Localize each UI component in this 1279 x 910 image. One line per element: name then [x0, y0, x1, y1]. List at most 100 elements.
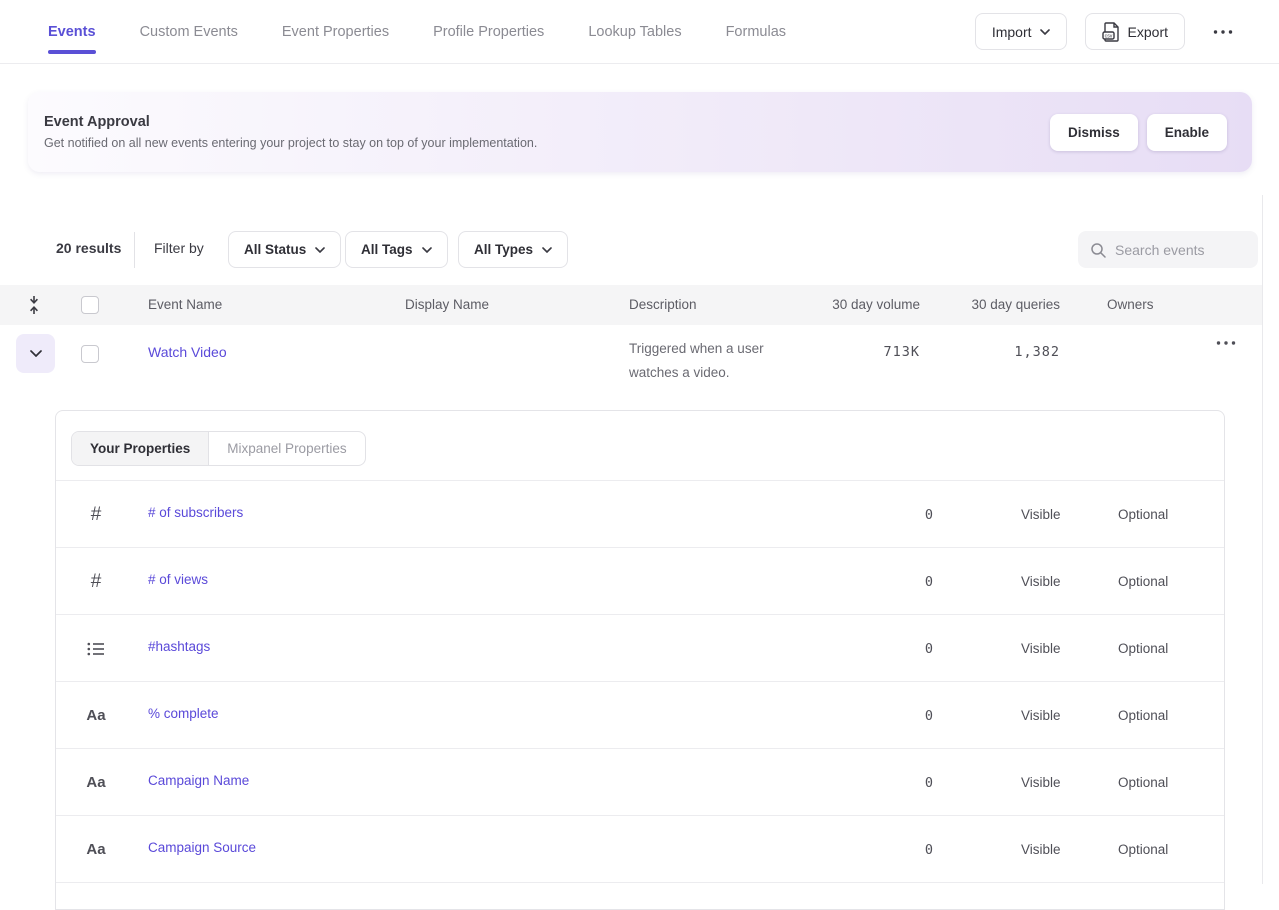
csv-file-icon: csv [1102, 22, 1120, 42]
chevron-down-icon [315, 247, 325, 253]
dismiss-button[interactable]: Dismiss [1050, 114, 1138, 151]
text-type-icon: Aa [80, 682, 112, 749]
search-input[interactable] [1115, 242, 1235, 258]
banner-title: Event Approval [44, 114, 537, 130]
property-row: Aa Campaign Name 0 Visible Optional [56, 749, 1224, 816]
property-requirement[interactable]: Optional [1118, 708, 1168, 723]
row-checkbox[interactable] [81, 345, 99, 363]
event-30day-queries: 1,382 [900, 344, 1060, 360]
tab-events[interactable]: Events [48, 0, 96, 63]
chevron-down-icon [1040, 29, 1050, 35]
property-visibility[interactable]: Visible [1021, 574, 1061, 589]
status-filter-label: All Status [244, 242, 306, 257]
event-approval-banner: Event Approval Get notified on all new e… [28, 92, 1252, 172]
property-count: 0 [925, 507, 933, 523]
results-count: 20 results [56, 240, 121, 256]
tab-custom-events[interactable]: Custom Events [140, 0, 238, 63]
import-button-label: Import [992, 24, 1032, 40]
property-name-link[interactable]: #hashtags [148, 639, 210, 654]
property-requirement[interactable]: Optional [1118, 775, 1168, 790]
property-count: 0 [925, 842, 933, 858]
svg-text:csv: csv [1104, 33, 1112, 39]
chevron-down-icon [422, 247, 432, 253]
tags-filter-dropdown[interactable]: All Tags [345, 231, 448, 268]
tab-event-properties[interactable]: Event Properties [282, 0, 389, 63]
divider [134, 232, 135, 268]
properties-tab-group: Your Properties Mixpanel Properties [71, 431, 366, 466]
property-visibility[interactable]: Visible [1021, 507, 1061, 522]
property-row: Aa Campaign Source 0 Visible Optional [56, 816, 1224, 883]
text-type-icon: Aa [80, 749, 112, 816]
status-filter-dropdown[interactable]: All Status [228, 231, 341, 268]
event-description: Triggered when a user watches a video. [629, 337, 764, 385]
banner-subtitle: Get notified on all new events entering … [44, 136, 537, 150]
event-name-link[interactable]: Watch Video [148, 344, 227, 360]
tab-your-properties[interactable]: Your Properties [72, 432, 209, 465]
enable-button[interactable]: Enable [1147, 114, 1227, 151]
chevron-down-icon [30, 350, 42, 357]
property-name-link[interactable]: % complete [148, 706, 219, 721]
nav-tabs: Events Custom Events Event Properties Pr… [48, 0, 786, 63]
types-filter-label: All Types [474, 242, 533, 257]
column-header-description[interactable]: Description [629, 297, 697, 312]
property-row: # # of subscribers 0 Visible Optional [56, 481, 1224, 548]
types-filter-dropdown[interactable]: All Types [458, 231, 568, 268]
property-requirement[interactable]: Optional [1118, 842, 1168, 857]
property-row: Aa % complete 0 Visible Optional [56, 682, 1224, 749]
events-table-header: Event Name Display Name Description 30 d… [0, 285, 1262, 325]
top-nav: Events Custom Events Event Properties Pr… [0, 0, 1279, 64]
property-visibility[interactable]: Visible [1021, 708, 1061, 723]
property-name-link[interactable]: # of views [148, 572, 208, 587]
tab-lookup-tables[interactable]: Lookup Tables [588, 0, 681, 63]
property-visibility[interactable]: Visible [1021, 641, 1061, 656]
event-properties-panel: Your Properties Mixpanel Properties # # … [55, 410, 1225, 910]
property-count: 0 [925, 775, 933, 791]
filter-by-label: Filter by [154, 240, 204, 256]
tab-mixpanel-properties[interactable]: Mixpanel Properties [209, 432, 364, 465]
banner-text: Event Approval Get notified on all new e… [28, 114, 537, 150]
filter-bar: 20 results Filter by All Status All Tags… [0, 230, 1279, 270]
property-name-link[interactable]: Campaign Source [148, 840, 256, 855]
column-header-owners[interactable]: Owners [1107, 297, 1154, 312]
ellipsis-icon [1216, 341, 1236, 345]
property-visibility[interactable]: Visible [1021, 842, 1061, 857]
number-type-icon: # [80, 548, 112, 615]
property-requirement[interactable]: Optional [1118, 641, 1168, 656]
column-header-event-name[interactable]: Event Name [148, 297, 222, 312]
column-header-30day-volume[interactable]: 30 day volume [760, 297, 920, 312]
nav-actions: Import csv Export [975, 0, 1237, 63]
export-button[interactable]: csv Export [1085, 13, 1185, 50]
list-type-icon [80, 615, 112, 682]
more-options-button[interactable] [1209, 26, 1237, 38]
property-name-link[interactable]: Campaign Name [148, 773, 249, 788]
chevron-down-icon [542, 247, 552, 253]
property-count: 0 [925, 574, 933, 590]
search-box [1078, 231, 1258, 268]
search-icon [1090, 242, 1106, 258]
scroll-track-edge [1262, 195, 1263, 884]
column-header-30day-queries[interactable]: 30 day queries [900, 297, 1060, 312]
tags-filter-label: All Tags [361, 242, 413, 257]
event-30day-volume: 713K [760, 344, 920, 360]
property-row: #hashtags 0 Visible Optional [56, 615, 1224, 682]
property-visibility[interactable]: Visible [1021, 775, 1061, 790]
number-type-icon: # [80, 481, 112, 548]
ellipsis-icon [1213, 30, 1233, 34]
banner-actions: Dismiss Enable [1050, 114, 1252, 151]
tab-profile-properties[interactable]: Profile Properties [433, 0, 544, 63]
select-all-checkbox[interactable] [81, 296, 99, 314]
text-type-icon: Aa [80, 816, 112, 883]
row-actions-button[interactable] [1212, 337, 1240, 349]
event-row: Watch Video Triggered when a user watche… [0, 325, 1262, 410]
column-header-display-name[interactable]: Display Name [405, 297, 489, 312]
property-count: 0 [925, 708, 933, 724]
tab-formulas[interactable]: Formulas [726, 0, 786, 63]
property-requirement[interactable]: Optional [1118, 574, 1168, 589]
collapse-row-button[interactable] [16, 334, 55, 373]
property-row: # # of views 0 Visible Optional [56, 548, 1224, 615]
property-count: 0 [925, 641, 933, 657]
property-requirement[interactable]: Optional [1118, 507, 1168, 522]
property-name-link[interactable]: # of subscribers [148, 505, 243, 520]
import-button[interactable]: Import [975, 13, 1067, 50]
collapse-all-icon[interactable] [27, 295, 41, 315]
